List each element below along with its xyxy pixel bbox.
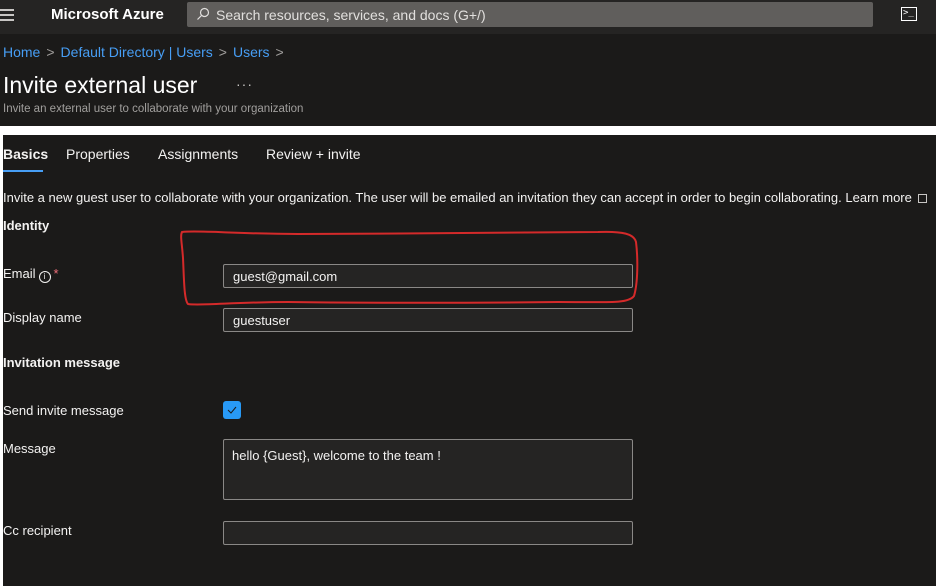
email-field[interactable] [223, 264, 633, 288]
tab-review-invite[interactable]: Review + invite [266, 146, 361, 162]
email-label: Email i * [3, 266, 59, 283]
active-tab-indicator [3, 170, 43, 172]
message-label: Message [3, 441, 56, 456]
invitation-message-heading: Invitation message [3, 355, 121, 370]
tab-basics[interactable]: Basics [3, 146, 49, 172]
more-options-icon[interactable]: ··· [236, 76, 253, 92]
breadcrumb: Home > Default Directory | Users > Users > [3, 44, 290, 60]
message-textarea[interactable]: hello {Guest}, welcome to the team ! [223, 439, 633, 500]
chevron-right-icon: > [275, 44, 284, 60]
breadcrumb-users[interactable]: Users [233, 44, 270, 60]
display-name-field[interactable] [223, 308, 633, 332]
intro-description: Invite a new guest user to collaborate w… [3, 190, 842, 205]
send-invite-checkbox[interactable] [223, 401, 241, 419]
external-link-icon [917, 194, 927, 203]
display-name-label: Display name [3, 310, 82, 325]
top-bar: Microsoft Azure Search resources, servic… [0, 0, 936, 34]
search-placeholder: Search resources, services, and docs (G+… [216, 7, 486, 23]
search-box[interactable]: Search resources, services, and docs (G+… [187, 2, 873, 27]
checkmark-icon [227, 406, 237, 414]
breadcrumb-default-directory[interactable]: Default Directory | Users [61, 44, 213, 60]
required-indicator: * [53, 266, 59, 281]
tab-properties[interactable]: Properties [66, 146, 130, 162]
divider [0, 126, 936, 135]
page-subtitle: Invite an external user to collaborate w… [3, 103, 304, 115]
cloud-shell-icon[interactable]: >_ [901, 7, 917, 21]
info-icon[interactable]: i [38, 271, 51, 283]
cc-recipient-field[interactable] [223, 521, 633, 545]
search-icon [197, 7, 210, 20]
tab-assignments[interactable]: Assignments [158, 146, 238, 162]
email-label-text: Email [3, 266, 36, 281]
send-invite-label: Send invite message [3, 403, 124, 418]
learn-more-link[interactable]: Learn more [845, 190, 927, 205]
page-title: Invite external user [3, 72, 198, 98]
identity-heading: Identity [3, 218, 50, 233]
chevron-right-icon: > [46, 44, 55, 60]
cc-recipient-label: Cc recipient [3, 523, 72, 538]
tab-label: Basics [3, 146, 49, 162]
hamburger-icon[interactable] [0, 9, 14, 21]
breadcrumb-home[interactable]: Home [3, 44, 40, 60]
learn-more-label: Learn more [845, 190, 912, 205]
brand-title[interactable]: Microsoft Azure [51, 6, 164, 23]
chevron-right-icon: > [218, 44, 227, 60]
intro-text: Invite a new guest user to collaborate w… [3, 190, 927, 205]
